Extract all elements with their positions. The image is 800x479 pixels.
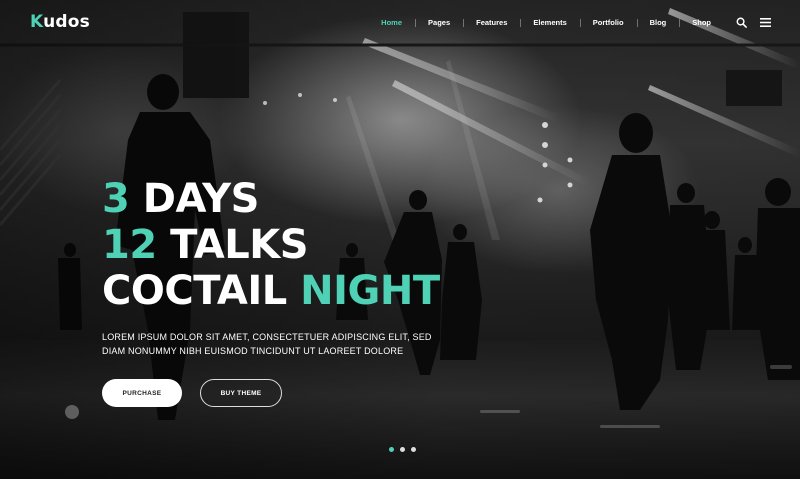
main-nav: Home Pages Features Elements Portfolio B… bbox=[368, 15, 772, 29]
slider-dot-3[interactable] bbox=[411, 447, 416, 452]
logo[interactable]: Kudos bbox=[30, 12, 90, 32]
headline-coctail-word: COCTAIL bbox=[102, 268, 287, 314]
slider-pagination bbox=[389, 447, 416, 452]
nav-elements[interactable]: Elements bbox=[520, 18, 579, 27]
hero-headline: 3 DAYS 12 TALKS COCTAIL NIGHT bbox=[102, 176, 440, 314]
nav-pages[interactable]: Pages bbox=[415, 18, 463, 27]
logo-text: udos bbox=[43, 12, 90, 32]
headline-talks-word: TALKS bbox=[170, 222, 309, 268]
buy-theme-button[interactable]: BUY THEME bbox=[200, 379, 282, 407]
headline-days-word: DAYS bbox=[142, 176, 260, 222]
menu-icon[interactable] bbox=[758, 15, 772, 29]
hero-description: LOREM IPSUM DOLOR SIT AMET, CONSECTETUER… bbox=[102, 330, 432, 358]
headline-days-number: 3 bbox=[102, 176, 130, 222]
headline-line-2: 12 TALKS bbox=[102, 222, 440, 268]
headline-line-3: COCTAIL NIGHT bbox=[102, 268, 440, 314]
slider-dot-2[interactable] bbox=[400, 447, 405, 452]
site-header: Kudos Home Pages Features Elements Portf… bbox=[0, 0, 800, 44]
hero-slider: Kudos Home Pages Features Elements Portf… bbox=[0, 0, 800, 479]
nav-shop[interactable]: Shop bbox=[679, 18, 724, 27]
nav-features[interactable]: Features bbox=[463, 18, 520, 27]
logo-initial: K bbox=[30, 12, 44, 32]
description-line-2: DIAM NONUMMY NIBH EUISMOD TINCIDUNT UT L… bbox=[102, 346, 404, 356]
description-line-1: LOREM IPSUM DOLOR SIT AMET, CONSECTETUER… bbox=[102, 332, 432, 342]
nav-portfolio[interactable]: Portfolio bbox=[579, 18, 637, 27]
nav-home[interactable]: Home bbox=[368, 18, 415, 27]
headline-night-word: NIGHT bbox=[300, 268, 440, 314]
purchase-button[interactable]: PURCHASE bbox=[102, 379, 182, 407]
headline-line-1: 3 DAYS bbox=[102, 176, 440, 222]
slider-dot-1[interactable] bbox=[389, 447, 394, 452]
search-icon[interactable] bbox=[734, 15, 748, 29]
nav-blog[interactable]: Blog bbox=[636, 18, 680, 27]
headline-talks-number: 12 bbox=[102, 222, 157, 268]
